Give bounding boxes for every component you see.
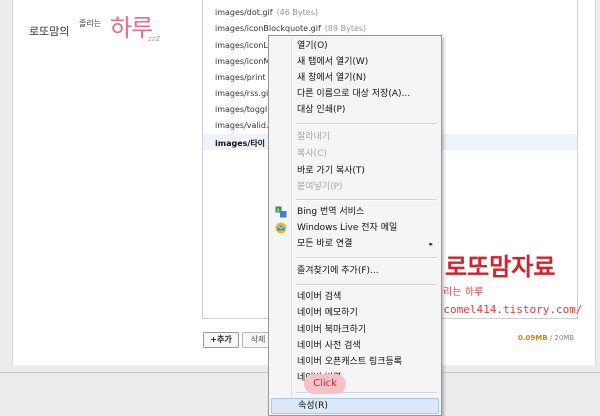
- menu-item-save-target-as[interactable]: 다른 이름으로 대상 저장(A)...: [271, 86, 439, 102]
- storage-total: / 20MB: [549, 334, 575, 342]
- menu-separator: [296, 257, 437, 259]
- context-menu: 열기(O) 새 탭에서 열기(W) 새 창에서 열기(N) 다른 이름으로 대상…: [268, 35, 442, 416]
- menu-item-windows-live-mail[interactable]: Windows Live 전자 메일: [271, 220, 439, 236]
- menu-item-naver-dictionary[interactable]: 네이버 사전 검색: [271, 338, 439, 354]
- windows-live-mail-icon: [275, 222, 287, 234]
- menu-item-naver-memo[interactable]: 네이버 메모하기: [271, 305, 439, 321]
- blog-logo: 로또맘의 졸리는 하루 zzZ: [25, 5, 160, 49]
- selected-file-name: images/타이: [215, 139, 266, 148]
- bing-translate-icon: a: [275, 206, 287, 218]
- menu-item-open-new-tab[interactable]: 새 탭에서 열기(W): [271, 54, 439, 70]
- menu-separator: [296, 123, 437, 125]
- watermark-title: 로또맘자료: [445, 253, 556, 281]
- menu-item-paste: 붙여넣기(P): [297, 182, 343, 192]
- logo-text-4: zzZ: [148, 35, 161, 43]
- menu-item-properties[interactable]: 속성(R): [271, 398, 439, 414]
- menu-item-add-favorites[interactable]: 즐겨찾기에 추가(F)...: [271, 263, 439, 279]
- menu-item-cut: 잘라내기: [297, 132, 331, 142]
- storage-used: 0.09MB: [518, 334, 548, 342]
- menu-separator: [296, 284, 437, 286]
- file-item[interactable]: images/valid.: [215, 121, 272, 130]
- menu-item-naver-search[interactable]: 네이버 검색: [271, 289, 439, 305]
- storage-usage: 0.09MB / 20MB: [518, 334, 574, 342]
- file-item[interactable]: images/dot.gif (46 Bytes): [215, 8, 318, 17]
- file-item[interactable]: images/iconM: [215, 57, 274, 66]
- logo-text-2: 졸리는: [79, 19, 102, 28]
- file-item[interactable]: images/rss.gi: [215, 89, 272, 98]
- menu-item-accelerators[interactable]: 모든 바로 연결 ▸: [271, 236, 439, 252]
- logo-text-1: 로또맘의: [29, 25, 70, 38]
- submenu-arrow-icon: ▸: [429, 240, 433, 248]
- menu-item-open[interactable]: 열기(O): [271, 38, 439, 54]
- click-annotation: Click: [304, 374, 346, 394]
- menu-item-naver-opencast[interactable]: 네이버 오픈캐스트 링크등록: [271, 354, 439, 370]
- file-item[interactable]: images/iconBlockquote.gif (89 Bytes): [215, 24, 366, 33]
- menu-item-copy-shortcut[interactable]: 바로 가기 복사(T): [271, 163, 439, 179]
- menu-item-print-target[interactable]: 대상 인쇄(P): [271, 102, 439, 118]
- file-item[interactable]: images/print: [215, 73, 270, 82]
- menu-item-bing-translate[interactable]: a Bing 번역 서비스: [271, 204, 439, 220]
- svg-text:a: a: [277, 208, 280, 214]
- menu-item-naver-bookmark[interactable]: 네이버 북마크하기: [271, 322, 439, 338]
- menu-separator: [296, 199, 437, 201]
- menu-item-copy: 복사(C): [297, 149, 327, 159]
- file-item[interactable]: images/toggl: [215, 105, 271, 114]
- menu-item-open-new-window[interactable]: 새 창에서 열기(N): [271, 70, 439, 86]
- add-file-button[interactable]: +추가: [203, 332, 239, 348]
- file-item[interactable]: images/iconL: [215, 41, 272, 50]
- logo-text-3: 하루: [110, 14, 153, 42]
- menu-item-naver-translate[interactable]: 네이버 번역: [271, 370, 439, 386]
